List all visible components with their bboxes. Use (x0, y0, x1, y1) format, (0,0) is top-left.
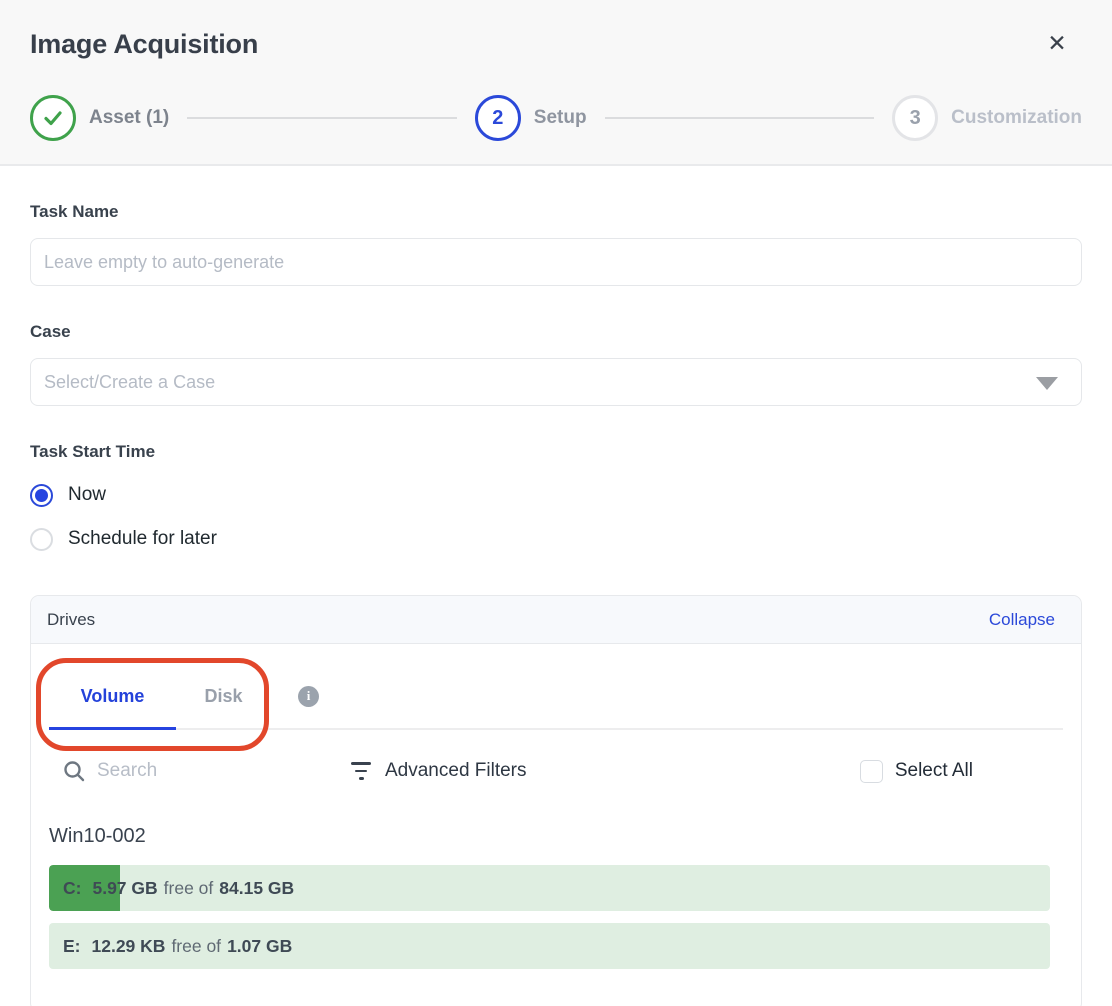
drives-panel-header: Drives Collapse (31, 596, 1081, 644)
volume-free-space: 5.97 GB (92, 878, 157, 899)
info-icon[interactable]: i (298, 686, 319, 707)
image-acquisition-dialog: Image Acquisition ✕ Asset (1) 2 Setup 3 (0, 0, 1112, 1006)
drive-tabs: Volume Disk i (49, 644, 1063, 730)
step-asset[interactable]: Asset (1) (30, 95, 169, 141)
search-box (63, 760, 315, 783)
case-label: Case (30, 321, 1082, 343)
active-tab-underline (49, 727, 176, 730)
stepper-connector (187, 117, 457, 119)
radio-unselected-icon (30, 528, 53, 551)
volume-free-of-text: free of (171, 936, 221, 957)
select-all-control[interactable]: Select All (860, 760, 973, 783)
check-icon (41, 106, 65, 130)
drives-filter-row: Advanced Filters Select All (63, 748, 1055, 794)
filter-icon (351, 762, 371, 780)
volume-row-c[interactable]: C: 5.97 GB free of 84.15 GB (49, 865, 1050, 911)
step-setup[interactable]: 2 Setup (475, 95, 587, 141)
volume-letter: C: (63, 878, 81, 899)
volume-free-space: 12.29 KB (92, 936, 166, 957)
radio-selected-icon (30, 484, 53, 507)
dialog-header: Image Acquisition ✕ Asset (1) 2 Setup 3 (0, 0, 1112, 166)
volume-letter: E: (63, 936, 81, 957)
step-setup-label: Setup (534, 107, 587, 129)
radio-schedule-label: Schedule for later (68, 528, 217, 550)
task-name-input[interactable] (30, 238, 1082, 286)
close-button[interactable]: ✕ (1042, 28, 1072, 58)
tab-volume[interactable]: Volume (49, 686, 176, 707)
step-number-3: 3 (892, 95, 938, 141)
tab-disk[interactable]: Disk (176, 686, 271, 707)
close-icon: ✕ (1047, 32, 1066, 55)
page-title: Image Acquisition (30, 26, 1082, 62)
step-number-2: 2 (475, 95, 521, 141)
task-start-time-label: Task Start Time (30, 441, 1082, 463)
wizard-stepper: Asset (1) 2 Setup 3 Customization (30, 94, 1082, 142)
volume-free-of-text: free of (164, 878, 214, 899)
setup-form: Task Name Case Task Start Time Now Sched… (0, 201, 1112, 551)
radio-schedule-later[interactable]: Schedule for later (30, 527, 1082, 551)
radio-now[interactable]: Now (30, 483, 1082, 507)
task-name-label: Task Name (30, 201, 1082, 223)
volume-total-space: 84.15 GB (219, 878, 294, 899)
step-asset-label: Asset (1) (89, 107, 169, 129)
host-name: Win10-002 (49, 825, 1081, 848)
volume-row-e[interactable]: E: 12.29 KB free of 1.07 GB (49, 923, 1050, 969)
drives-panel: Drives Collapse Volume Disk i (30, 595, 1082, 1006)
volume-total-space: 1.07 GB (227, 936, 292, 957)
select-all-checkbox[interactable] (860, 760, 883, 783)
advanced-filters-button[interactable]: Advanced Filters (351, 760, 527, 782)
stepper-connector (605, 117, 875, 119)
drives-title: Drives (47, 610, 95, 630)
step-customization-label: Customization (951, 107, 1082, 129)
advanced-filters-label: Advanced Filters (385, 760, 527, 782)
step-complete-indicator (30, 95, 76, 141)
collapse-link[interactable]: Collapse (989, 610, 1055, 630)
radio-now-label: Now (68, 484, 106, 506)
search-icon (63, 760, 86, 783)
case-select[interactable] (30, 358, 1082, 406)
step-customization[interactable]: 3 Customization (892, 95, 1082, 141)
search-input[interactable] (97, 760, 277, 782)
select-all-label: Select All (895, 760, 973, 782)
